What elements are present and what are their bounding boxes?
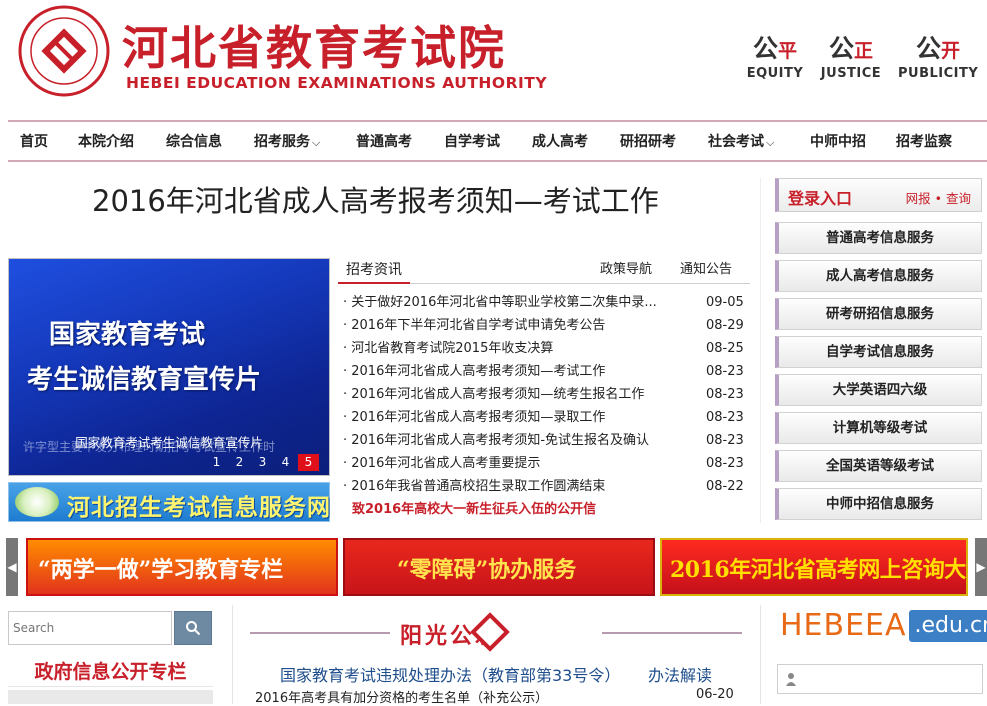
nav-self-study[interactable]: 自学考试 xyxy=(432,122,512,160)
service-cet-button[interactable]: 大学英语四六级 xyxy=(775,374,982,406)
banner-strip: ◀ “两学一做”学习教育专栏 “零障碍”协办服务 2016年河北省高考网上咨询大… xyxy=(0,538,987,596)
service-graduate-button[interactable]: 研考研招信息服务 xyxy=(775,298,982,330)
service-pets-button[interactable]: 全国英语等级考试 xyxy=(775,450,982,482)
list-item[interactable]: 2016年高考具有加分资格的考生名单（补充公示） xyxy=(255,687,548,706)
service-adult-button[interactable]: 成人高考信息服务 xyxy=(775,260,982,292)
tab-admission-news[interactable]: 招考资讯 xyxy=(338,256,410,284)
list-item[interactable]: · 2016年下半年河北省自学考试申请免考公告 08-29 xyxy=(338,314,750,337)
slide-pager: 1 2 3 4 5 xyxy=(206,454,319,471)
service-network-banner[interactable]: 河北招生考试信息服务网 xyxy=(8,482,330,522)
service-selfstudy-button[interactable]: 自学考试信息服务 xyxy=(775,336,982,368)
hebeea-mascot-icon xyxy=(15,487,59,517)
slide-line1: 国家教育考试 xyxy=(49,320,206,350)
list-item[interactable]: · 河北省教育考试院2015年收支决算 08-25 xyxy=(338,337,750,360)
gov-info-column-title[interactable]: 政府信息公开专栏 xyxy=(8,657,213,687)
list-item[interactable]: · 2016年河北省成人高考报考须知-免试生报名及确认 08-23 xyxy=(338,429,750,452)
hebeea-logo[interactable]: HEBEEA.edu.cn xyxy=(780,608,987,643)
tab-policy[interactable]: 政策导航 xyxy=(600,256,652,284)
news-list: · 关于做好2016年河北省中等职业学校第二次集中录... 09-05 · 201… xyxy=(338,284,750,521)
nav-gaokao[interactable]: 普通高考 xyxy=(344,122,424,160)
login-entry: 登录入口 网报 • 查询 xyxy=(775,178,982,212)
motto-justice: 公正 JUSTICE xyxy=(820,34,882,81)
slide-page-1[interactable]: 1 xyxy=(206,454,227,471)
slide-page-3[interactable]: 3 xyxy=(252,454,273,471)
banner-study-column[interactable]: “两学一做”学习教育专栏 xyxy=(26,538,338,596)
list-item[interactable]: · 2016年河北省成人高考报考须知—录取工作 08-23 xyxy=(338,406,750,429)
headline-link[interactable]: 2016年河北省成人高考报考须知—考试工作 xyxy=(92,178,659,220)
news-box: 招考资讯 政策导航 通知公告 · 关于做好2016年河北省中等职业学校第二次集中… xyxy=(338,256,750,521)
nav-about[interactable]: 本院介绍 xyxy=(66,122,146,160)
column-divider xyxy=(232,605,233,704)
login-title: 登录入口 xyxy=(788,189,853,208)
strip-next-icon[interactable]: ▶ xyxy=(975,538,987,596)
motto-equity: 公平 EQUITY xyxy=(746,34,804,81)
motto-publicity: 公开 PUBLICITY xyxy=(898,34,979,81)
slideshow[interactable]: 国家教育考试 考生诚信教育宣传片 许字型主要中发分布理时期招考考试宣传工作时 国… xyxy=(8,258,330,476)
nav-social-exam[interactable]: 社会考试 ⌵ xyxy=(696,122,786,160)
main-nav: 首页 本院介绍 综合信息 招考服务 ⌵ 普通高考 自学考试 成人高考 研招研考 社… xyxy=(8,120,987,162)
search-button[interactable] xyxy=(174,611,212,645)
site-header: 河北省教育考试院 HEBEI EDUCATION EXAMINATIONS AU… xyxy=(0,0,987,112)
nav-general-info[interactable]: 综合信息 xyxy=(154,122,234,160)
highlight-news-link[interactable]: 致2016年高校大一新生征兵入伍的公开信 xyxy=(338,498,750,521)
gov-info-bar xyxy=(8,690,213,704)
nav-home[interactable]: 首页 xyxy=(8,122,60,160)
divider-line xyxy=(602,632,742,634)
service-computer-button[interactable]: 计算机等级考试 xyxy=(775,412,982,444)
nav-admission-service[interactable]: 招考服务 ⌵ xyxy=(242,122,332,160)
list-item[interactable]: · 2016年河北省成人高考重要提示 08-23 xyxy=(338,452,750,475)
chevron-down-icon: ⌵ xyxy=(766,136,775,149)
slide-page-5[interactable]: 5 xyxy=(298,454,319,471)
login-links[interactable]: 网报 • 查询 xyxy=(906,188,971,207)
site-title-en: HEBEI EDUCATION EXAMINATIONS AUTHORITY xyxy=(126,74,548,92)
search-input[interactable] xyxy=(8,611,172,645)
service-secondary-button[interactable]: 中师中招信息服务 xyxy=(775,488,982,520)
list-item[interactable]: · 2016年河北省成人高考报考须知—考试工作 08-23 xyxy=(338,360,750,383)
chevron-down-icon: ⌵ xyxy=(312,136,321,149)
nav-graduate[interactable]: 研招研考 xyxy=(608,122,688,160)
username-field[interactable] xyxy=(777,664,983,694)
divider-line xyxy=(250,632,390,634)
list-item[interactable]: · 2016年河北省成人高考报考须知—统考生报名工作 08-23 xyxy=(338,383,750,406)
banner-consult-hall[interactable]: 2016年河北省高考网上咨询大厅 xyxy=(660,538,968,596)
nav-adult-exam[interactable]: 成人高考 xyxy=(520,122,600,160)
search-icon xyxy=(186,621,201,636)
column-divider xyxy=(760,605,761,704)
user-icon xyxy=(786,673,796,686)
list-item[interactable]: · 2016年我省普通高校招生录取工作圆满结束 08-22 xyxy=(338,475,750,498)
nav-secondary[interactable]: 中师中招 xyxy=(798,122,878,160)
regulation-link[interactable]: 国家教育考试违规处理办法（教育部第33号令） xyxy=(280,662,620,686)
tab-notices[interactable]: 通知公告 xyxy=(680,256,732,284)
service-gaokao-button[interactable]: 普通高考信息服务 xyxy=(775,222,982,254)
sunshine-section-header: 阳光公示 xyxy=(250,612,742,652)
slide-page-2[interactable]: 2 xyxy=(229,454,250,471)
slide-line2: 考生诚信教育宣传片 xyxy=(27,365,262,395)
column-divider xyxy=(760,178,761,523)
list-item-date: 06-20 xyxy=(696,687,734,702)
slide-page-4[interactable]: 4 xyxy=(275,454,296,471)
site-title-cn: 河北省教育考试院 xyxy=(122,21,506,75)
nav-supervision[interactable]: 招考监察 xyxy=(884,122,964,160)
slide-caption[interactable]: 国家教育考试考生诚信教育宣传片 xyxy=(9,432,329,451)
banner-barrier-free[interactable]: “零障碍”协办服务 xyxy=(343,538,655,596)
regulation-explain-link[interactable]: 办法解读 xyxy=(648,662,712,686)
news-tabs: 招考资讯 政策导航 通知公告 xyxy=(338,256,750,284)
authority-logo-icon[interactable] xyxy=(18,5,110,97)
list-item[interactable]: · 关于做好2016年河北省中等职业学校第二次集中录... 09-05 xyxy=(338,291,750,314)
strip-prev-icon[interactable]: ◀ xyxy=(6,538,18,596)
